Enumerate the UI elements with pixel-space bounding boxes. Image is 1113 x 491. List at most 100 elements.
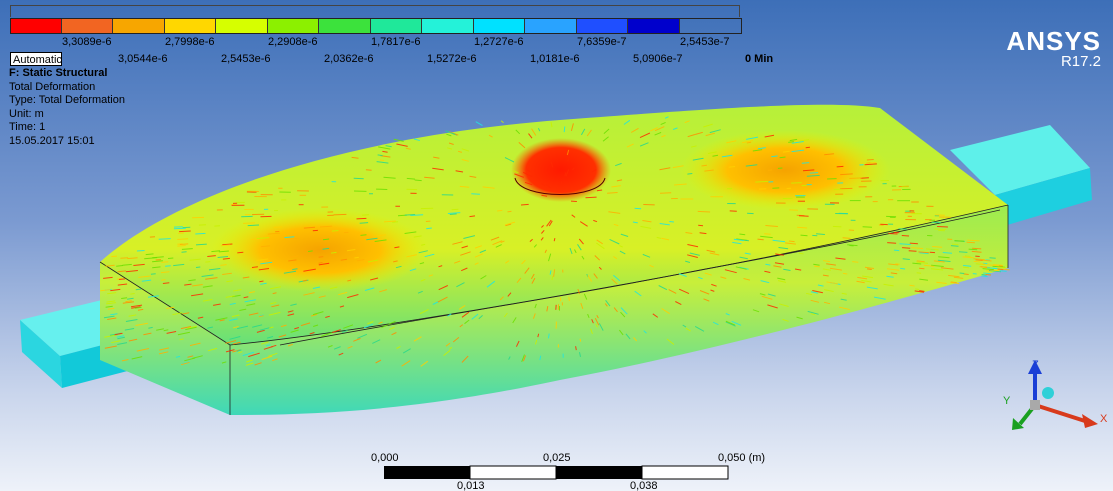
brand-version: R17.2 xyxy=(1060,53,1101,70)
vector-arrow xyxy=(764,233,771,235)
legend-upper-label: 3,3089e-6 xyxy=(62,36,112,48)
vector-arrow xyxy=(118,278,126,280)
vector-arrow xyxy=(842,272,848,275)
vector-arrow xyxy=(798,252,804,255)
vector-arrow xyxy=(251,266,258,268)
vector-arrow xyxy=(360,234,367,236)
vector-arrow xyxy=(250,238,260,240)
vector-arrow xyxy=(919,267,925,270)
vector-arrow xyxy=(553,237,556,242)
vector-arrow xyxy=(901,235,910,237)
vector-arrow xyxy=(887,242,897,244)
vector-arrow xyxy=(963,266,969,269)
vector-arrow xyxy=(832,225,842,228)
vector-arrow xyxy=(998,266,1007,269)
vector-arrow xyxy=(836,165,844,168)
vector-arrow xyxy=(205,261,211,263)
vector-arrow xyxy=(963,273,969,275)
triad-x-label: X xyxy=(1100,413,1108,425)
vector-arrow xyxy=(195,266,201,268)
vector-arrow xyxy=(195,232,206,235)
vector-arrow xyxy=(177,238,189,240)
triad-z-label: Z xyxy=(1032,359,1039,371)
vector-arrow xyxy=(120,257,129,259)
legend-color-1 xyxy=(61,18,113,34)
legend-lower-label: 1,0181e-6 xyxy=(530,53,580,65)
scale-label-2: 0,050 (m) xyxy=(718,452,766,464)
legend-lower-label: 3,0544e-6 xyxy=(118,53,168,65)
vector-arrow xyxy=(426,227,432,230)
legend-color-4 xyxy=(216,18,268,34)
vector-arrow xyxy=(469,215,476,218)
legend-min-label: 0 Min xyxy=(745,53,774,65)
legend-color-8 xyxy=(422,18,474,34)
legend-color-7 xyxy=(370,18,422,34)
axis-triad[interactable]: Z Y X xyxy=(1000,350,1110,440)
vector-arrow xyxy=(331,230,339,232)
legend-upper-label: 7,6359e-7 xyxy=(577,36,627,48)
vector-arrow xyxy=(849,177,862,179)
vector-arrow xyxy=(568,296,570,302)
vector-arrow xyxy=(247,224,260,227)
vector-arrow xyxy=(507,210,512,213)
vector-arrow xyxy=(779,156,786,159)
vector-arrow xyxy=(999,270,1007,272)
vector-arrow xyxy=(983,272,991,275)
vector-arrow xyxy=(579,338,582,342)
legend-color-10 xyxy=(525,18,577,34)
vector-arrow xyxy=(659,192,672,194)
graphics-viewport[interactable]: 3,3089e-6 2,7998e-6 2,2908e-6 1,7817e-6 1,27… xyxy=(0,0,1113,491)
vector-arrow xyxy=(167,257,174,259)
vector-arrow xyxy=(331,251,337,254)
legend-upper-label: 1,7817e-6 xyxy=(371,36,421,48)
color-legend-bar[interactable] xyxy=(10,18,680,34)
vector-arrow xyxy=(755,180,769,183)
legend-color-0 xyxy=(10,18,62,34)
vector-arrow xyxy=(318,256,324,258)
vector-arrow xyxy=(259,280,264,283)
vector-arrow xyxy=(958,251,968,253)
vector-arrow xyxy=(989,257,996,259)
vector-arrow xyxy=(950,281,957,284)
vector-arrow xyxy=(377,154,383,157)
vector-arrow xyxy=(359,222,369,224)
vector-arrow xyxy=(173,227,186,230)
vector-arrow xyxy=(136,250,145,252)
vector-arrow xyxy=(161,279,166,281)
vector-arrow xyxy=(158,238,171,240)
legend-color-6 xyxy=(319,18,371,34)
vector-arrow xyxy=(937,226,948,228)
ansys-logo: ANSYS R17.2 xyxy=(1006,28,1101,70)
vector-arrow xyxy=(354,256,359,259)
vector-arrow xyxy=(130,293,135,295)
vector-arrow xyxy=(888,232,898,235)
result-info: F: Static Structural Total Deformation T… xyxy=(9,67,125,148)
vector-arrow xyxy=(365,169,372,171)
vector-arrow xyxy=(840,173,853,176)
vector-arrow xyxy=(497,209,503,212)
vector-arrow xyxy=(916,272,922,274)
vector-arrow xyxy=(475,121,483,127)
vector-arrow xyxy=(393,138,404,142)
vector-arrow xyxy=(968,248,978,251)
vector-arrow xyxy=(701,164,707,167)
vector-arrow xyxy=(177,245,186,247)
vector-arrow xyxy=(862,226,873,228)
vector-arrow xyxy=(243,222,255,224)
model-view[interactable] xyxy=(0,0,1113,491)
vector-arrow xyxy=(902,258,910,260)
legend-color-3 xyxy=(164,18,216,34)
brand-name: ANSYS xyxy=(1006,26,1101,56)
vector-arrow xyxy=(150,273,156,275)
vector-arrow xyxy=(964,255,971,257)
automatic-dropdown[interactable]: Automatic xyxy=(10,52,62,66)
vector-arrow xyxy=(179,243,189,245)
vector-arrow xyxy=(842,237,851,239)
vector-arrow xyxy=(954,240,965,242)
vector-arrow xyxy=(895,263,900,265)
vector-arrow xyxy=(318,262,323,264)
vector-arrow xyxy=(322,238,330,241)
vector-arrow xyxy=(135,288,142,291)
vector-arrow xyxy=(915,288,920,290)
vector-arrow xyxy=(788,240,795,243)
